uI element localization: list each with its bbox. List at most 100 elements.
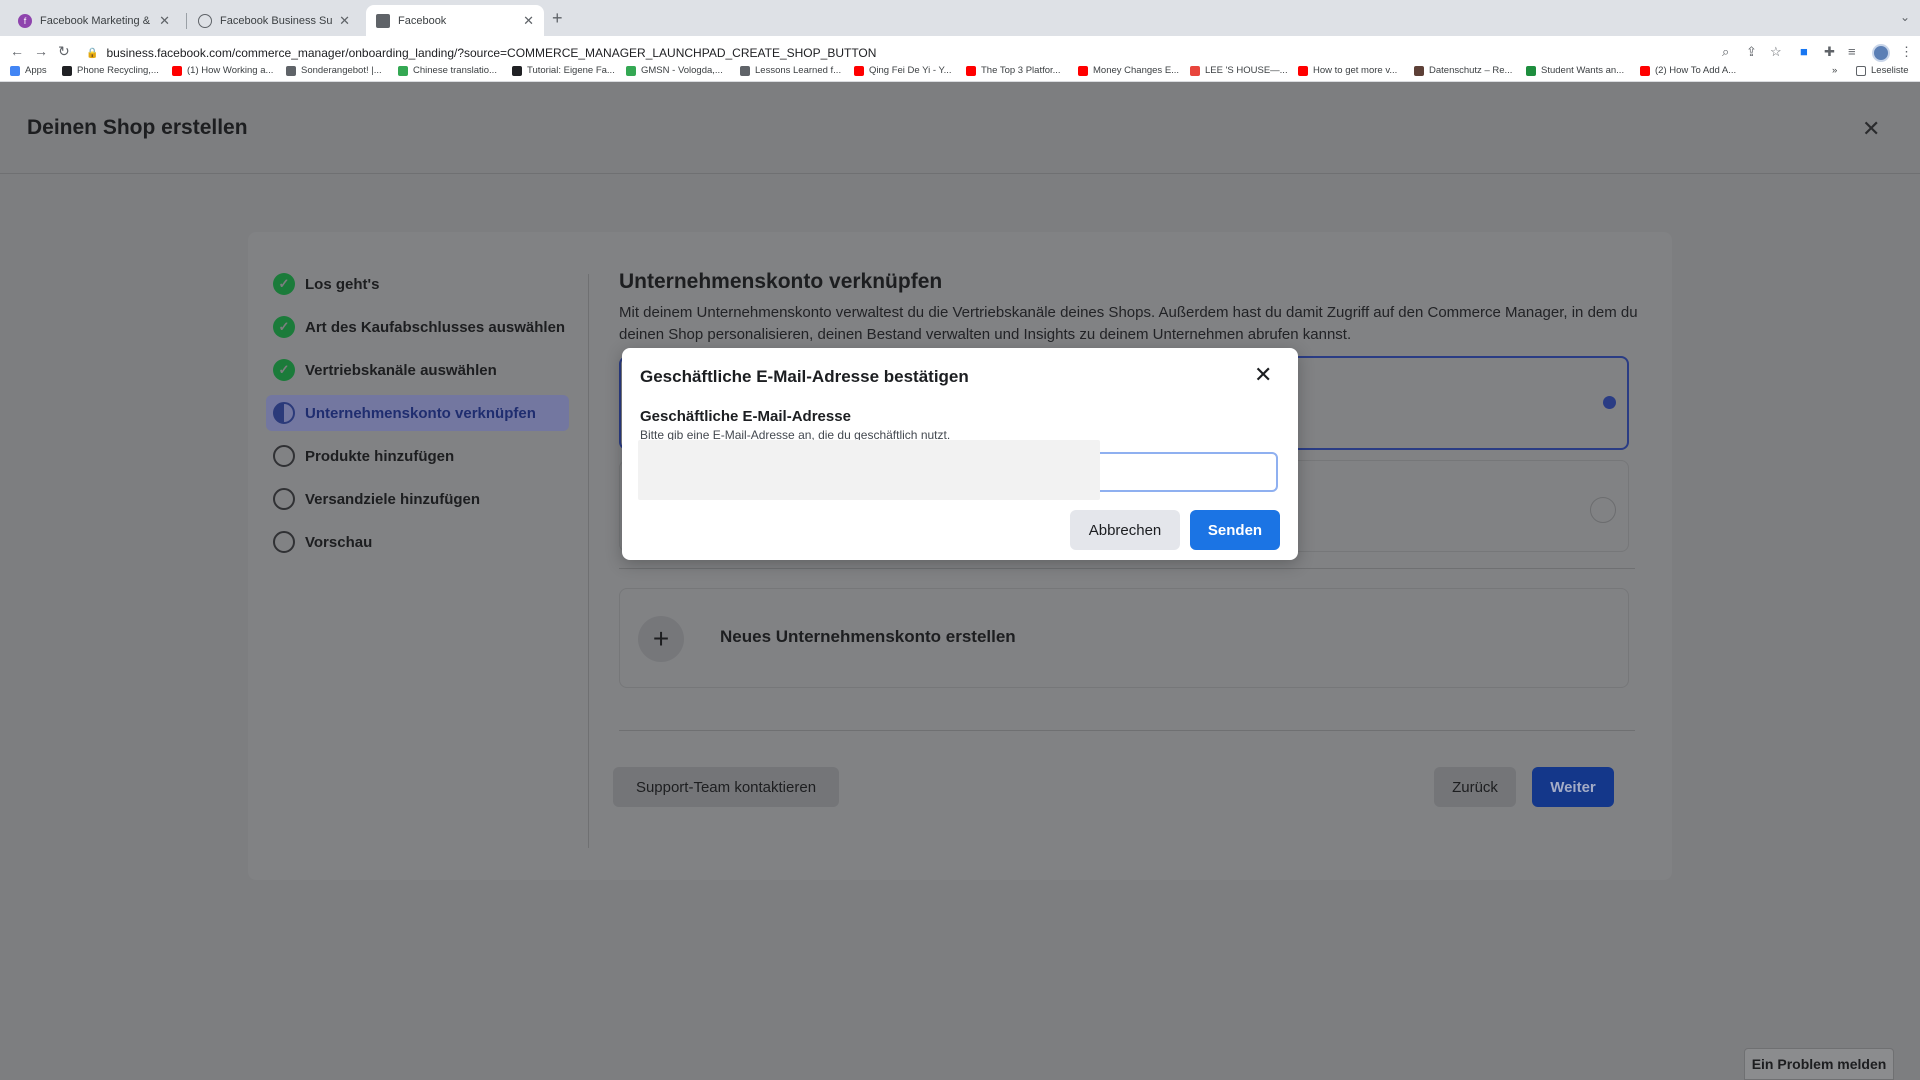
tab-title: Facebook Marketing & Werbe... (40, 14, 153, 27)
youtube-icon (1640, 65, 1650, 76)
bookmark-label: GMSN - Vologda,... (641, 65, 723, 76)
share-icon[interactable]: ⇪ (1746, 44, 1757, 60)
bookmark-item[interactable]: Student Wants an... (1526, 65, 1624, 76)
bookmark-item[interactable]: The Top 3 Platfor... (966, 65, 1061, 76)
close-tab-icon[interactable]: ✕ (339, 13, 350, 29)
bookmark-item[interactable]: Apps (10, 65, 47, 76)
reload-icon[interactable]: ↻ (58, 43, 70, 60)
radio-selected-icon[interactable] (1603, 396, 1616, 409)
step-vorschau[interactable]: Vorschau (273, 524, 573, 560)
step-label: Los geht's (305, 275, 380, 293)
confirm-email-dialog: Geschäftliche E-Mail-Adresse bestätigen … (622, 348, 1298, 560)
bookmark-label: (2) How To Add A... (1655, 65, 1737, 76)
bookmark-label: Money Changes E... (1093, 65, 1180, 76)
bookmark-label: LEE 'S HOUSE—... (1205, 65, 1288, 76)
vertical-divider (588, 274, 589, 848)
tab-separator (186, 13, 187, 29)
youtube-icon (854, 65, 864, 76)
browser-tab-2[interactable]: Facebook Business Suite ✕ (188, 5, 360, 36)
profile-avatar[interactable] (1872, 44, 1890, 62)
next-button[interactable]: Weiter (1532, 767, 1614, 807)
email-field-hint: Bitte gib eine E-Mail-Adresse an, die du… (640, 428, 951, 440)
reading-list-icon (1856, 65, 1866, 76)
new-business-account-option[interactable]: + Neues Unternehmenskonto erstellen (619, 588, 1629, 688)
bookmark-label: Lessons Learned f... (755, 65, 842, 76)
tab-search-chevron-icon[interactable]: ⌄ (1900, 10, 1910, 24)
back-button[interactable]: Zurück (1434, 767, 1516, 807)
bookmark-item[interactable]: Qing Fei De Yi - Y... (854, 65, 952, 76)
bookmark-item[interactable]: (2) How To Add A... (1640, 65, 1736, 76)
close-tab-icon[interactable]: ✕ (523, 13, 534, 29)
checkmark-icon: ✓ (273, 359, 295, 381)
step-vertriebskanaele[interactable]: ✓ Vertriebskanäle auswählen (273, 352, 573, 388)
youtube-icon (1298, 65, 1308, 76)
step-los-gehts[interactable]: ✓ Los geht's (273, 266, 573, 302)
bookmark-label: How to get more v... (1313, 65, 1398, 76)
bookmark-item[interactable]: GMSN - Vologda,... (626, 65, 723, 76)
bookmark-label: Datenschutz – Re... (1429, 65, 1513, 76)
zoom-icon[interactable]: ⌕ (1722, 44, 1729, 60)
bookmark-item[interactable]: How to get more v... (1298, 65, 1397, 76)
empty-circle-icon (273, 445, 295, 467)
bookmark-favicon-icon (626, 65, 636, 76)
close-icon[interactable]: ✕ (1254, 364, 1272, 386)
step-kaufabschluss[interactable]: ✓ Art des Kaufabschlusses auswählen (273, 309, 573, 345)
bookmark-item[interactable]: Tutorial: Eigene Fa... (512, 65, 615, 76)
forward-arrow-icon[interactable]: → (34, 43, 48, 59)
horizontal-divider (619, 730, 1635, 731)
new-account-label: Neues Unternehmenskonto erstellen (720, 627, 1016, 646)
checkmark-icon: ✓ (273, 273, 295, 295)
browser-tab-1[interactable]: f Facebook Marketing & Werbe... ✕ (8, 5, 180, 36)
tab-title: Facebook (398, 14, 447, 27)
step-label: Art des Kaufabschlusses auswählen (305, 318, 566, 336)
new-tab-icon[interactable]: + (552, 8, 563, 29)
close-tab-icon[interactable]: ✕ (159, 13, 170, 29)
bookmark-star-icon[interactable]: ☆ (1770, 44, 1782, 60)
section-description: Mit deinem Unternehmenskonto verwaltest … (619, 304, 1638, 343)
bookmark-item[interactable]: (1) How Working a... (172, 65, 273, 76)
reading-list[interactable]: Leseliste (1856, 65, 1909, 76)
bookmark-item[interactable]: Chinese translatio... (398, 65, 497, 76)
extensions-puzzle-icon[interactable]: ✚ (1824, 44, 1835, 60)
bookmark-label: Chinese translatio... (413, 65, 497, 76)
contact-support-button[interactable]: Support-Team kontaktieren (613, 767, 839, 807)
horizontal-divider (619, 568, 1635, 569)
bookmark-favicon-icon (740, 65, 750, 76)
back-arrow-icon[interactable]: ← (10, 43, 24, 59)
bookmark-label: (1) How Working a... (187, 65, 274, 76)
radio-unselected-icon[interactable] (1590, 497, 1616, 523)
bookmark-favicon-icon (62, 65, 72, 76)
empty-circle-icon (273, 531, 295, 553)
bookmark-item[interactable]: Phone Recycling,... (62, 65, 159, 76)
report-problem-button[interactable]: Ein Problem melden (1744, 1048, 1894, 1080)
hashtag-icon (512, 65, 522, 76)
bookmark-item[interactable]: LEE 'S HOUSE—... (1190, 65, 1288, 76)
page-overlay: Deinen Shop erstellen ✕ ✓ Los geht's ✓ A… (0, 82, 1920, 1080)
empty-circle-icon (273, 488, 295, 510)
facebook-favicon-icon: f (18, 13, 32, 28)
half-circle-progress-icon (273, 402, 295, 424)
step-versandziele[interactable]: Versandziele hinzufügen (273, 481, 573, 517)
send-button[interactable]: Senden (1190, 510, 1280, 550)
step-produkte[interactable]: Produkte hinzufügen (273, 438, 573, 474)
facebook-extension-icon[interactable]: ■ (1800, 44, 1808, 59)
bookmark-item[interactable]: Sonderangebot! |... (286, 65, 382, 76)
media-control-icon[interactable]: ≡ (1848, 44, 1856, 59)
step-unternehmenskonto[interactable]: Unternehmenskonto verknüpfen (266, 395, 569, 431)
bookmarks-bar: Apps Phone Recycling,... (1) How Working… (0, 62, 1920, 82)
bookmark-label: Qing Fei De Yi - Y... (869, 65, 952, 76)
page-favicon-icon (376, 13, 390, 28)
bookmark-item[interactable]: Money Changes E... (1078, 65, 1179, 76)
close-icon[interactable]: ✕ (1862, 116, 1880, 142)
cancel-button[interactable]: Abbrechen (1070, 510, 1180, 550)
browser-tab-3-active[interactable]: Facebook ✕ (366, 5, 544, 36)
bookmark-overflow-icon[interactable]: » (1832, 65, 1837, 76)
step-label: Versandziele hinzufügen (305, 490, 481, 508)
redacted-overlay (638, 440, 1100, 500)
bookmark-item[interactable]: Lessons Learned f... (740, 65, 841, 76)
bookmark-favicon-icon (1414, 65, 1424, 76)
browser-menu-icon[interactable]: ⋮ (1900, 44, 1913, 60)
bookmark-item[interactable]: Datenschutz – Re... (1414, 65, 1512, 76)
bookmark-label: Apps (25, 65, 47, 76)
bookmark-favicon-icon (286, 65, 296, 76)
